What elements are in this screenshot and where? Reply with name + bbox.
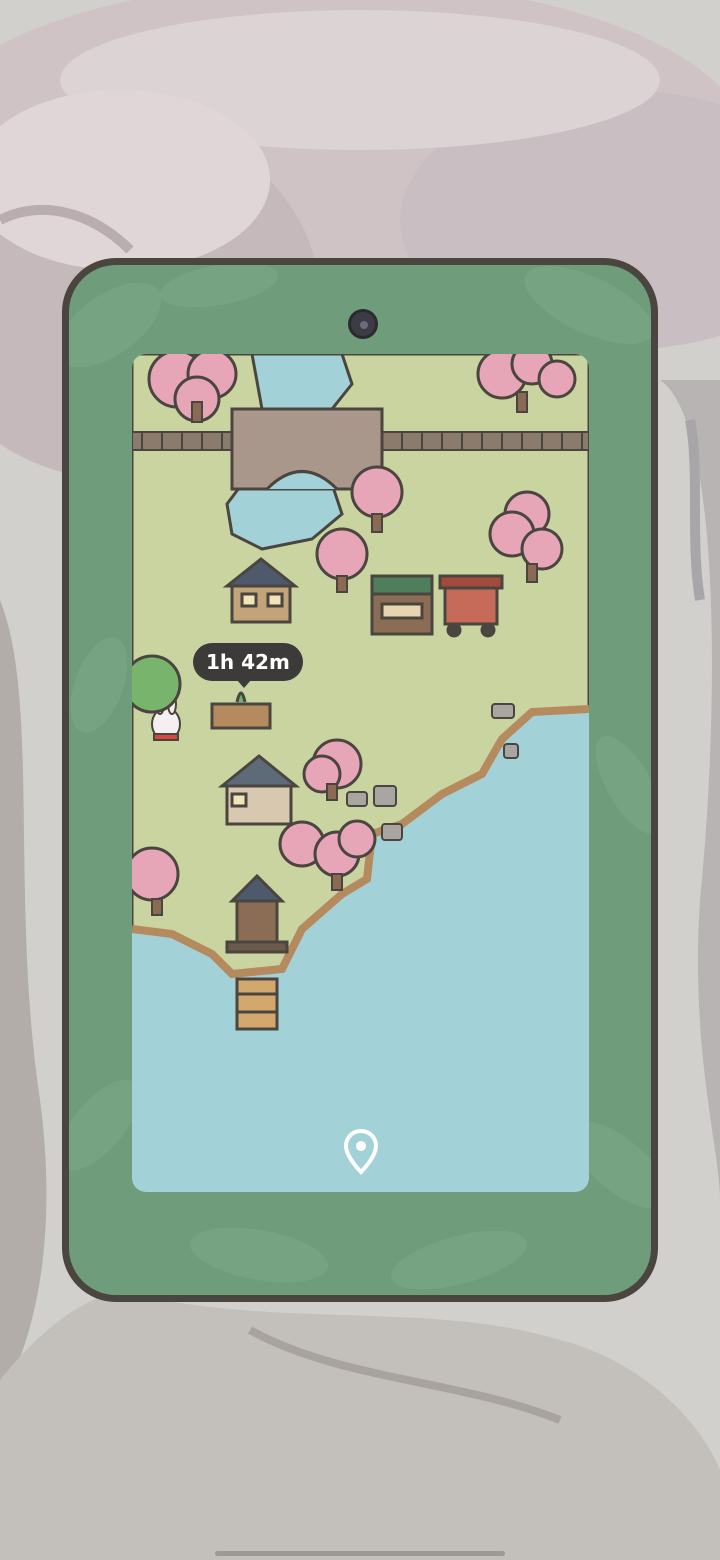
farm-timer-bubble[interactable]: 1h 42m: [193, 643, 303, 688]
pier: [235, 977, 279, 1031]
camera-icon: [348, 309, 378, 339]
island-map: [132, 354, 589, 1031]
shop: [370, 574, 434, 636]
location-button[interactable]: [339, 1127, 383, 1177]
home-indicator[interactable]: [215, 1551, 505, 1556]
phone-frame: 1h 42m: [62, 258, 658, 1302]
river: [250, 354, 354, 411]
location-pin-icon: [343, 1128, 379, 1175]
map-screen: 1h 42m: [132, 354, 589, 1192]
